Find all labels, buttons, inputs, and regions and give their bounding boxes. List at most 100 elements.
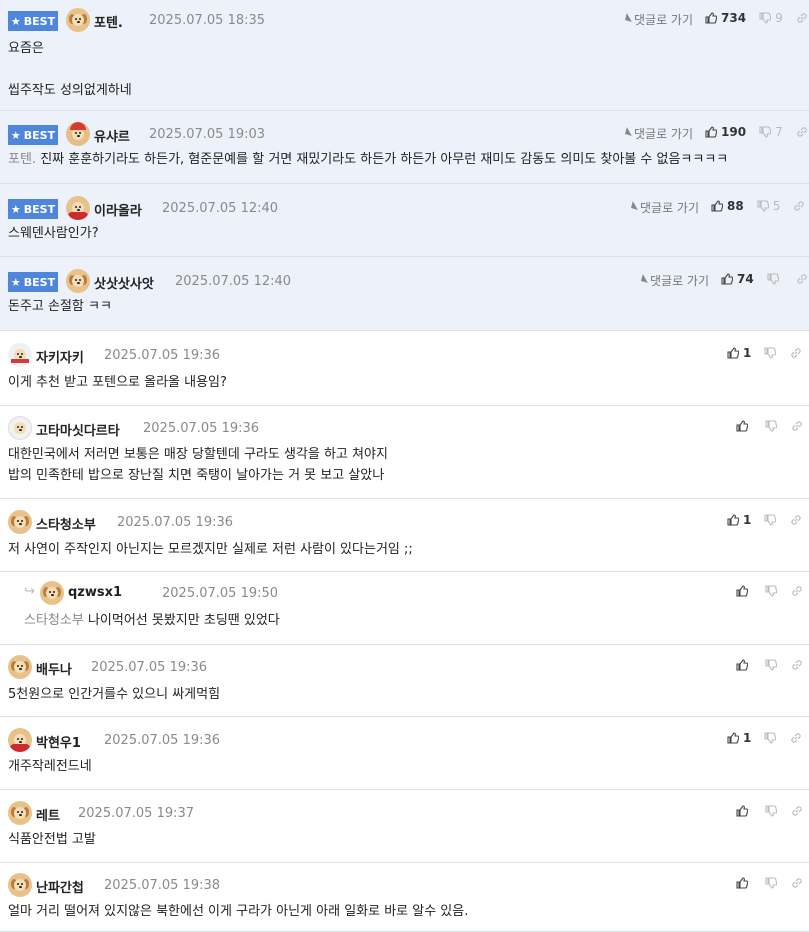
author-nickname[interactable]: qzwsx1 bbox=[68, 585, 122, 600]
comment-item: ↪ qzwsx1 2025.07.05 19:50 스타청소부 나이먹어선 못봤지만… bbox=[0, 572, 809, 645]
comment-body: 요즘은 씹주작도 성의없게하네 bbox=[8, 38, 132, 101]
avatar[interactable] bbox=[8, 343, 32, 367]
star-icon: ★ bbox=[10, 128, 21, 142]
comment-text: 돈주고 손절함 ㅋㅋ bbox=[8, 299, 112, 314]
author-nickname[interactable]: 삿삿삿사앗 bbox=[94, 273, 154, 292]
author-nickname[interactable]: 고타마싯다르타 bbox=[36, 420, 120, 439]
thumbs-up-icon[interactable] bbox=[704, 125, 718, 139]
downvote-count: 7 bbox=[775, 125, 783, 139]
comment-item: 배두나 2025.07.05 19:36 5천원으로 인간거를수 있으니 싸게먹힘 bbox=[0, 645, 809, 717]
avatar[interactable] bbox=[8, 801, 32, 825]
thumbs-up-icon[interactable] bbox=[704, 11, 718, 25]
comment-text: 이게 추천 받고 포텐으로 올라올 내용임? bbox=[8, 375, 227, 390]
link-icon[interactable] bbox=[795, 11, 809, 25]
comment-body: 돈주고 손절함 ㅋㅋ bbox=[8, 296, 112, 317]
comment-date: 2025.07.05 19:38 bbox=[104, 878, 221, 893]
comment-date: 2025.07.05 19:37 bbox=[78, 806, 195, 821]
reply-target[interactable]: 스타청소부 bbox=[24, 613, 84, 628]
upvote-count: 734 bbox=[721, 11, 747, 25]
comment-text: 저 사연이 주작인지 아닌지는 모르겠지만 실제로 저런 사람이 있다는거임 ;… bbox=[8, 542, 413, 557]
link-icon[interactable] bbox=[790, 658, 804, 672]
thumbs-down-icon[interactable] bbox=[763, 513, 777, 527]
author-nickname[interactable]: 스타청소부 bbox=[36, 514, 96, 533]
link-icon[interactable] bbox=[790, 876, 804, 890]
thumbs-down-icon[interactable] bbox=[763, 731, 777, 745]
thumbs-down-icon[interactable] bbox=[764, 658, 778, 672]
thumbs-down-icon[interactable] bbox=[764, 804, 778, 818]
upvote-count: 74 bbox=[737, 272, 754, 286]
comment-item: 박현우1 2025.07.05 19:36 1 개주작레전드네 bbox=[0, 717, 809, 790]
link-icon[interactable] bbox=[790, 584, 804, 598]
thumbs-up-icon[interactable] bbox=[735, 419, 749, 433]
comment-text: 식품안전법 고발 bbox=[8, 832, 96, 847]
upvote-count: 1 bbox=[743, 346, 752, 360]
star-icon: ★ bbox=[10, 275, 21, 289]
author-nickname[interactable]: 난파간첩 bbox=[36, 877, 84, 896]
avatar[interactable] bbox=[66, 8, 90, 32]
avatar[interactable] bbox=[8, 728, 32, 752]
link-icon[interactable] bbox=[789, 346, 803, 360]
thumbs-up-icon[interactable] bbox=[726, 513, 740, 527]
thumbs-up-icon[interactable] bbox=[726, 731, 740, 745]
comment-body: 포텐. 진짜 훈훈하기라도 하든가, 혐준문예를 할 거면 재밌기라도 하든가 … bbox=[8, 149, 728, 170]
comment-text: 나이먹어선 못봤지만 초딩땐 있었다 bbox=[87, 613, 280, 628]
link-icon[interactable] bbox=[789, 731, 803, 745]
best-badge: ★ BEST bbox=[8, 199, 58, 219]
arrow-icon bbox=[618, 126, 632, 141]
comment-date: 2025.07.05 19:36 bbox=[143, 421, 260, 436]
author-nickname[interactable]: 자키자키 bbox=[36, 347, 84, 366]
thumbs-down-icon[interactable] bbox=[764, 876, 778, 890]
link-icon[interactable] bbox=[789, 513, 803, 527]
author-nickname[interactable]: 유샤르 bbox=[94, 126, 130, 145]
thumbs-up-icon[interactable] bbox=[710, 199, 724, 213]
thumbs-down-icon[interactable] bbox=[764, 584, 778, 598]
star-icon: ★ bbox=[10, 14, 21, 28]
avatar[interactable] bbox=[8, 873, 32, 897]
thumbs-down-icon[interactable] bbox=[758, 125, 772, 139]
avatar[interactable] bbox=[66, 269, 90, 293]
reply-arrow-icon: ↪ bbox=[24, 584, 35, 599]
upvote-count: 88 bbox=[727, 199, 744, 213]
avatar[interactable] bbox=[66, 122, 90, 146]
comment-text: 스웨덴사람인가? bbox=[8, 226, 99, 241]
thumbs-up-icon[interactable] bbox=[720, 272, 734, 286]
thumbs-up-icon[interactable] bbox=[735, 584, 749, 598]
star-icon: ★ bbox=[10, 202, 21, 216]
thumbs-up-icon[interactable] bbox=[726, 346, 740, 360]
goto-comment-link[interactable]: 댓글로 가기 bbox=[618, 125, 693, 142]
link-icon[interactable] bbox=[795, 125, 809, 139]
link-icon[interactable] bbox=[790, 804, 804, 818]
thumbs-down-icon[interactable] bbox=[758, 11, 772, 25]
thumbs-up-icon[interactable] bbox=[735, 658, 749, 672]
thumbs-down-icon[interactable] bbox=[764, 419, 778, 433]
comment-body: 5천원으로 인간거를수 있으니 싸게먹힘 bbox=[8, 684, 220, 705]
thumbs-down-icon[interactable] bbox=[763, 346, 777, 360]
author-nickname[interactable]: 레트 bbox=[36, 805, 60, 824]
author-nickname[interactable]: 이라올라 bbox=[94, 200, 142, 219]
downvote-count: 9 bbox=[775, 11, 783, 25]
comment-body: 스타청소부 나이먹어선 못봤지만 초딩땐 있었다 bbox=[24, 610, 280, 631]
goto-comment-link[interactable]: 댓글로 가기 bbox=[624, 199, 699, 216]
author-nickname[interactable]: 박현우1 bbox=[36, 732, 81, 751]
thumbs-up-icon[interactable] bbox=[735, 804, 749, 818]
thumbs-up-icon[interactable] bbox=[735, 876, 749, 890]
link-icon[interactable] bbox=[790, 419, 804, 433]
avatar[interactable] bbox=[40, 581, 64, 605]
comment-item: ★ BEST 삿삿삿사앗 2025.07.05 12:40 댓글로 가기 74 돈주고 … bbox=[0, 257, 809, 331]
avatar[interactable] bbox=[8, 510, 32, 534]
thumbs-down-icon[interactable] bbox=[766, 272, 780, 286]
avatar[interactable] bbox=[8, 416, 32, 440]
author-nickname[interactable]: 배두나 bbox=[36, 659, 72, 678]
reply-target[interactable]: 포텐. bbox=[8, 152, 36, 167]
author-nickname[interactable]: 포텐. bbox=[94, 12, 123, 31]
goto-comment-link[interactable]: 댓글로 가기 bbox=[634, 272, 709, 289]
link-icon[interactable] bbox=[792, 199, 806, 213]
link-icon[interactable] bbox=[795, 272, 809, 286]
comment-date: 2025.07.05 19:36 bbox=[117, 515, 234, 530]
comment-item: 난파간첩 2025.07.05 19:38 얼마 거리 떨어져 있지않은 북한에선… bbox=[0, 863, 809, 932]
comment-body: 대한민국에서 저러면 보통은 매장 당할텐데 구라도 생각을 하고 쳐야지 밥의 … bbox=[8, 444, 388, 486]
avatar[interactable] bbox=[66, 196, 90, 220]
thumbs-down-icon[interactable] bbox=[756, 199, 770, 213]
avatar[interactable] bbox=[8, 655, 32, 679]
goto-comment-link[interactable]: 댓글로 가기 bbox=[618, 11, 693, 28]
